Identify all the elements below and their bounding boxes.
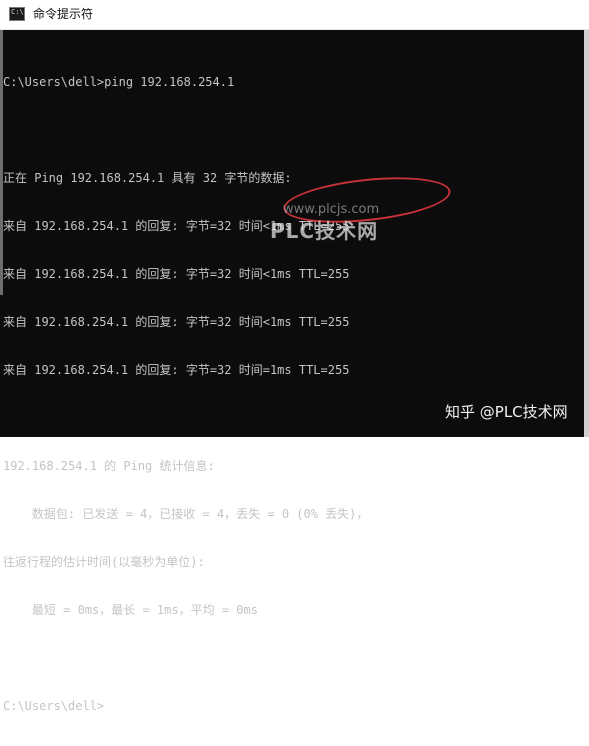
console-output[interactable]: C:\Users\dell>ping 192.168.254.1 正在 Ping… (3, 42, 587, 746)
console-line: 192.168.254.1 的 Ping 统计信息: (3, 459, 215, 473)
cmd-icon: C:\. (9, 7, 28, 21)
console-line: 最短 = 0ms，最长 = 1ms，平均 = 0ms (3, 603, 258, 617)
console-line: 正在 Ping 192.168.254.1 具有 32 字节的数据: (3, 171, 292, 185)
vertical-scrollbar[interactable] (584, 30, 589, 437)
watermark-logo: PLC技术网 (270, 219, 379, 243)
console-line: C:\Users\dell>ping 192.168.254.1 (3, 75, 235, 89)
corner-watermark: 知乎 @PLC技术网 (445, 403, 568, 421)
console-line: 往返行程的估计时间(以毫秒为单位): (3, 555, 205, 569)
console-line: 来自 192.168.254.1 的回复: 字节=32 时间=1ms TTL=2… (3, 363, 350, 377)
console-line: 数据包: 已发送 = 4，已接收 = 4，丢失 = 0 (0% 丢失)， (3, 507, 369, 521)
title-bar[interactable]: C:\. 命令提示符 (0, 0, 589, 30)
console-prompt[interactable]: C:\Users\dell> (3, 698, 587, 714)
console-line: 来自 192.168.254.1 的回复: 字节=32 时间<1ms TTL=2… (3, 315, 350, 329)
window-title: 命令提示符 (33, 7, 94, 21)
command-prompt-window: C:\. 命令提示符 C:\Users\dell>ping 192.168.25… (0, 0, 589, 713)
console-line: 来自 192.168.254.1 的回复: 字节=32 时间<1ms TTL=2… (3, 267, 350, 281)
